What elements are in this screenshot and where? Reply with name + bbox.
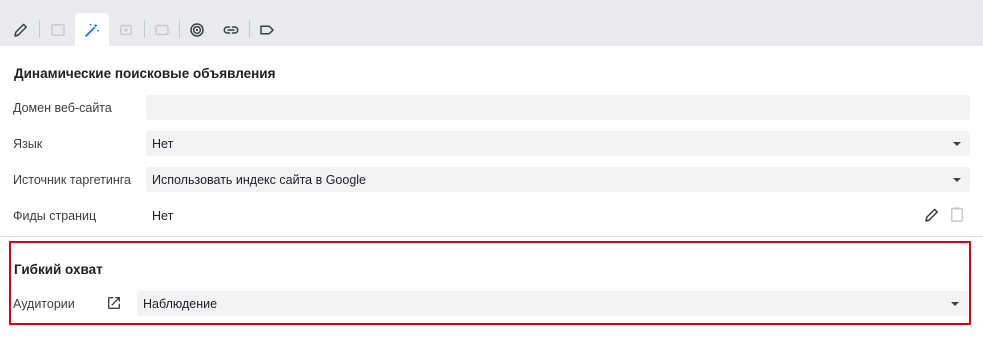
domain-input[interactable] bbox=[146, 95, 970, 120]
comment-icon bbox=[155, 24, 169, 35]
link-icon bbox=[223, 25, 239, 34]
label-icon bbox=[260, 25, 274, 34]
domain-label: Домен веб-сайта bbox=[13, 101, 112, 115]
edit-page-feeds-button[interactable] bbox=[923, 206, 941, 224]
magic-wand-tool-button[interactable] bbox=[75, 13, 109, 46]
targeting-source-value: Использовать индекс сайта в Google bbox=[152, 172, 366, 187]
paste-page-feeds-button[interactable] bbox=[948, 205, 966, 224]
label-tool-button[interactable] bbox=[250, 13, 284, 46]
target-icon bbox=[190, 22, 204, 37]
section-divider bbox=[0, 236, 983, 237]
clipboard-icon bbox=[951, 207, 963, 222]
pencil-icon bbox=[14, 23, 27, 37]
copy-icon bbox=[120, 24, 132, 35]
page-feeds-value: Нет bbox=[152, 209, 174, 223]
targeting-tool-button[interactable] bbox=[180, 13, 214, 46]
open-in-new-icon bbox=[108, 297, 120, 309]
dsa-section-title: Динамические поисковые объявления bbox=[14, 66, 276, 81]
flexible-reach-title: Гибкий охват bbox=[14, 262, 103, 277]
open-audiences-button[interactable] bbox=[106, 295, 122, 311]
preview-icon bbox=[51, 23, 65, 36]
pencil-icon bbox=[925, 208, 938, 222]
targeting-source-select[interactable]: Использовать индекс сайта в Google bbox=[146, 167, 970, 192]
chevron-down-icon bbox=[953, 178, 961, 182]
chevron-down-icon bbox=[953, 142, 961, 146]
chevron-down-icon bbox=[951, 302, 959, 306]
edit-tool-button[interactable] bbox=[4, 13, 38, 46]
copy-tool-button[interactable] bbox=[109, 13, 143, 46]
editor-toolbar bbox=[0, 0, 983, 46]
audiences-label: Аудитории bbox=[13, 297, 75, 311]
language-value: Нет bbox=[152, 136, 174, 151]
comment-tool-button[interactable] bbox=[145, 13, 179, 46]
page-feeds-label: Фиды страниц bbox=[13, 209, 97, 223]
preview-tool-button[interactable] bbox=[41, 13, 75, 46]
language-label: Язык bbox=[13, 137, 43, 151]
magic-wand-icon bbox=[85, 22, 99, 37]
targeting-source-label: Источник таргетинга bbox=[13, 173, 131, 187]
audiences-value: Наблюдение bbox=[143, 296, 218, 311]
link-tool-button[interactable] bbox=[214, 13, 248, 46]
language-select[interactable]: Нет bbox=[146, 131, 970, 156]
toolbar-separator bbox=[39, 20, 40, 38]
audiences-select[interactable]: Наблюдение bbox=[137, 291, 968, 316]
